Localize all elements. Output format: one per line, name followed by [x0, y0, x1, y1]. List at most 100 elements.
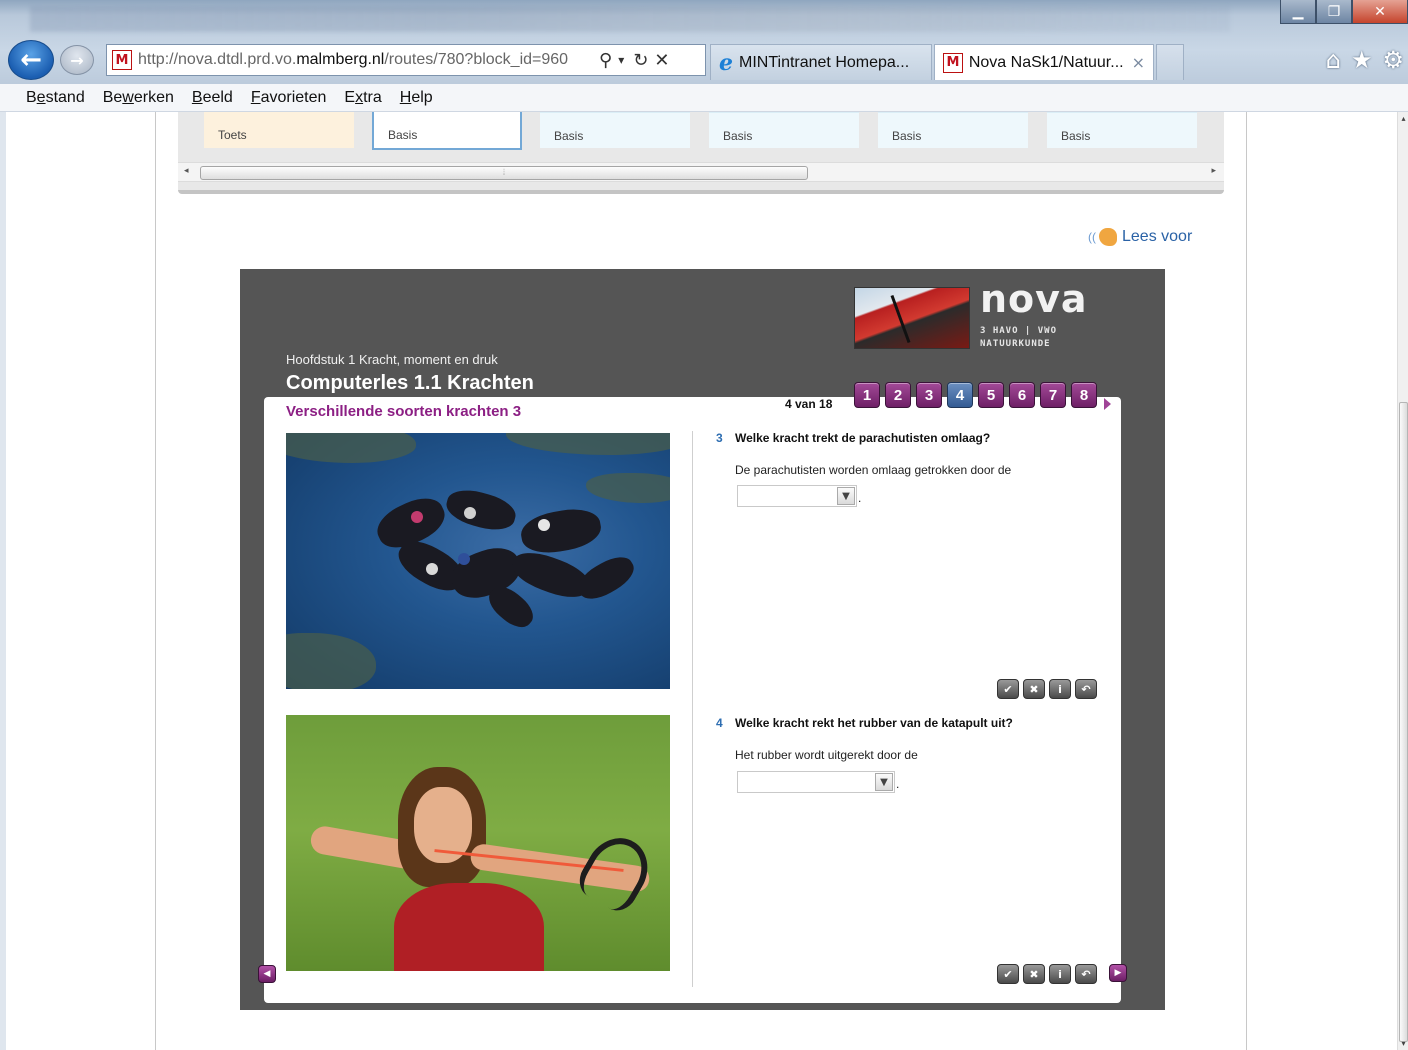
- page-navigation: 1 2 3 4 5 6 7 8: [854, 382, 1097, 408]
- new-tab-button[interactable]: [1156, 44, 1184, 80]
- sentence-period: .: [896, 777, 900, 791]
- malmberg-favicon-icon: M: [943, 52, 963, 73]
- minimize-icon[interactable]: ▁: [1280, 0, 1316, 24]
- forward-arrow-icon[interactable]: →: [60, 45, 94, 75]
- close-window-icon[interactable]: ✕: [1352, 0, 1408, 24]
- tab-nova[interactable]: M Nova NaSk1/Natuur... ×: [934, 44, 1154, 80]
- page-button-6[interactable]: 6: [1009, 382, 1035, 408]
- malmberg-favicon-icon: M: [112, 50, 132, 70]
- question-number: 3: [716, 431, 723, 445]
- window-controls: ▁ ❐ ✕: [1280, 0, 1408, 28]
- clear-answer-icon[interactable]: ✖: [1023, 964, 1045, 984]
- skydivers-photo: [286, 433, 670, 689]
- settings-gear-icon[interactable]: ⚙: [1382, 46, 1404, 74]
- window-title-blurred: [30, 6, 1230, 32]
- tab-label: MINTintranet Homepa...: [739, 53, 910, 71]
- check-answer-icon[interactable]: ✔: [997, 964, 1019, 984]
- scroll-down-icon[interactable]: ▾: [1398, 1039, 1408, 1048]
- tab-mintintranet[interactable]: e MINTintranet Homepa...: [710, 44, 932, 80]
- question-number: 4: [716, 716, 723, 730]
- more-pages-arrow-icon[interactable]: [1104, 398, 1111, 410]
- tab-label: Nova NaSk1/Natuur...: [968, 53, 1124, 71]
- scroll-up-icon[interactable]: ▴: [1398, 114, 1408, 123]
- info-hint-icon[interactable]: i: [1049, 679, 1071, 699]
- column-divider: [692, 431, 693, 987]
- page-vertical-scrollbar[interactable]: ▴ ▾: [1397, 112, 1408, 1050]
- close-tab-icon[interactable]: ×: [1132, 53, 1145, 72]
- slingshot-photo: [286, 715, 670, 971]
- nova-logo: nova: [980, 277, 1088, 321]
- page-button-2[interactable]: 2: [885, 382, 911, 408]
- page-border-right: [1246, 112, 1247, 1050]
- dropdown-arrow-icon[interactable]: ▼: [875, 773, 893, 791]
- browser-toolbar-icons: ⌂ ★ ⚙: [1326, 46, 1404, 74]
- menu-item-bewerken[interactable]: Bewerken: [103, 89, 174, 107]
- lesson-content: Verschillende soorten krachten 3 3 Welke…: [258, 397, 1127, 1003]
- question-prompt: Het rubber wordt uitgerekt door de: [735, 748, 918, 762]
- scroll-left-icon[interactable]: ◂: [184, 165, 189, 176]
- question-text: Welke kracht rekt het rubber van de kata…: [735, 716, 1013, 730]
- block-basis[interactable]: Basis: [878, 112, 1028, 148]
- address-bar[interactable]: M http://nova.dtdl.prd.vo.malmberg.nl/ro…: [106, 44, 706, 76]
- favorites-star-icon[interactable]: ★: [1351, 46, 1373, 74]
- block-strip: Toets Basis Basis Basis Basis Basis ◂ ⦙ …: [178, 112, 1224, 194]
- page-button-1[interactable]: 1: [854, 382, 880, 408]
- dropdown-arrow-icon[interactable]: ▾: [618, 53, 624, 67]
- block-basis[interactable]: Basis: [540, 112, 690, 148]
- section-title: Verschillende soorten krachten 3: [286, 403, 522, 420]
- lesson-frame: nova 3 HAVO | VWO NATUURKUNDE Hoofdstuk …: [240, 269, 1165, 1010]
- lesson-title: Computerles 1.1 Krachten: [286, 372, 534, 394]
- page-border-left: [155, 112, 156, 1050]
- menu-bar: Bestand Bewerken Beeld Favorieten Extra …: [0, 84, 1408, 112]
- question-prompt: De parachutisten worden omlaag getrokken…: [735, 463, 1012, 477]
- back-arrow-icon[interactable]: ←: [8, 40, 54, 80]
- window-left-edge: [0, 112, 6, 1050]
- menu-item-beeld[interactable]: Beeld: [192, 89, 233, 107]
- menu-item-extra[interactable]: Extra: [344, 89, 381, 107]
- nova-subject: NATUURKUNDE: [980, 339, 1051, 349]
- scrollbar-thumb[interactable]: ⦙: [200, 166, 808, 180]
- page-button-4-current[interactable]: 4: [947, 382, 973, 408]
- answer-select-q3[interactable]: ▼: [737, 485, 857, 507]
- page-button-5[interactable]: 5: [978, 382, 1004, 408]
- dropdown-arrow-icon[interactable]: ▼: [837, 487, 855, 505]
- nova-level: 3 HAVO | VWO: [980, 326, 1058, 336]
- ie-logo-icon: e: [719, 49, 733, 76]
- check-answer-icon[interactable]: ✔: [997, 679, 1019, 699]
- home-icon[interactable]: ⌂: [1326, 46, 1341, 74]
- page-button-7[interactable]: 7: [1040, 382, 1066, 408]
- scrollbar-thumb[interactable]: [1399, 402, 1408, 1042]
- block-basis-active[interactable]: Basis: [372, 112, 522, 150]
- menu-item-bestand[interactable]: Bestand: [26, 89, 85, 107]
- info-hint-icon[interactable]: i: [1049, 964, 1071, 984]
- restore-icon[interactable]: ❐: [1316, 0, 1352, 24]
- previous-page-icon[interactable]: ◀: [258, 965, 276, 983]
- answer-select-q4[interactable]: ▼: [737, 771, 895, 793]
- next-page-icon[interactable]: ▶: [1109, 964, 1127, 982]
- question-3-actions: ✔ ✖ i ↶: [997, 679, 1097, 699]
- refresh-icon[interactable]: ↻: [633, 50, 648, 71]
- clear-answer-icon[interactable]: ✖: [1023, 679, 1045, 699]
- page-counter: 4 van 18: [785, 397, 833, 411]
- read-aloud-link[interactable]: (( Lees voor: [1088, 228, 1192, 246]
- url-text[interactable]: http://nova.dtdl.prd.vo.malmberg.nl/rout…: [138, 51, 590, 69]
- search-icon[interactable]: ⚲: [599, 50, 612, 71]
- block-toets[interactable]: Toets: [204, 112, 354, 148]
- page-button-8[interactable]: 8: [1071, 382, 1097, 408]
- undo-icon[interactable]: ↶: [1075, 964, 1097, 984]
- sound-waves-icon: ((: [1088, 230, 1096, 244]
- menu-item-favorieten[interactable]: Favorieten: [251, 89, 327, 107]
- block-basis[interactable]: Basis: [709, 112, 859, 148]
- stop-icon[interactable]: ✕: [654, 50, 669, 71]
- scroll-right-icon[interactable]: ▸: [1211, 165, 1216, 176]
- page-button-3[interactable]: 3: [916, 382, 942, 408]
- sentence-period: .: [858, 491, 862, 505]
- header-photo: [854, 287, 970, 349]
- menu-item-help[interactable]: Help: [400, 89, 433, 107]
- block-basis[interactable]: Basis: [1047, 112, 1197, 148]
- blocks-horizontal-scrollbar[interactable]: ◂ ⦙ ▸: [178, 162, 1224, 182]
- question-4-actions: ✔ ✖ i ↶: [997, 964, 1097, 984]
- question-text: Welke kracht trekt de parachutisten omla…: [735, 431, 991, 445]
- ear-icon: [1099, 228, 1117, 246]
- undo-icon[interactable]: ↶: [1075, 679, 1097, 699]
